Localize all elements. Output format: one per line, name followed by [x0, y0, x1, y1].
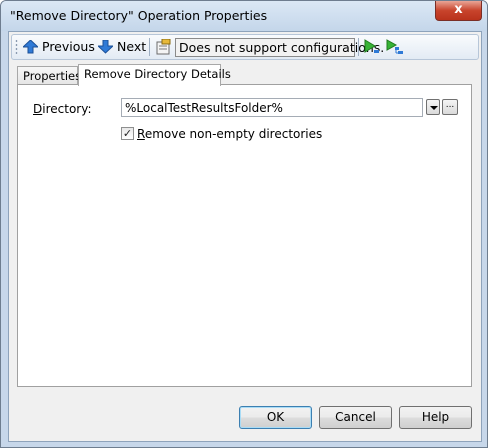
tab-remove-directory-details[interactable]: Remove Directory Details — [78, 64, 231, 86]
directory-dropdown-button[interactable] — [426, 99, 440, 115]
dialog-client: Previous Next Does not support configura… — [8, 31, 482, 442]
toolbar: Previous Next Does not support configura… — [11, 34, 479, 60]
arrow-down-icon — [98, 40, 113, 54]
configurations-status: Does not support configurations. — [175, 38, 384, 57]
directory-field[interactable] — [121, 98, 423, 117]
run-tree-icon — [386, 39, 403, 54]
checkmark-icon: ✓ — [122, 127, 133, 140]
properties-button[interactable] — [154, 37, 172, 57]
run-operation-button[interactable] — [363, 37, 381, 57]
details-panel: Directory: ... ✓ Remove non-empty direct… — [17, 84, 472, 387]
close-button[interactable]: x — [435, 1, 482, 21]
properties-icon — [156, 39, 171, 55]
directory-label: Directory: — [33, 102, 92, 116]
window-title: "Remove Directory" Operation Properties — [10, 8, 268, 23]
ok-button[interactable]: OK — [239, 406, 312, 429]
browse-button[interactable]: ... — [442, 99, 458, 115]
toolbar-separator — [358, 38, 359, 56]
previous-label: Previous — [42, 39, 95, 54]
help-button[interactable]: Help — [399, 406, 472, 429]
toolbar-separator — [149, 38, 150, 56]
toolbar-grip[interactable] — [15, 39, 18, 55]
dialog-window: "Remove Directory" Operation Properties … — [0, 0, 488, 448]
tab-label: Remove Directory Details — [84, 67, 231, 81]
close-icon: x — [454, 2, 463, 17]
run-operation-icon — [364, 39, 379, 53]
cancel-button[interactable]: Cancel — [319, 406, 392, 429]
tab-label: Properties — [23, 69, 82, 83]
remove-nonempty-label: Remove non-empty directories — [137, 127, 323, 141]
remove-nonempty-checkbox[interactable]: ✓ — [121, 127, 134, 140]
next-label: Next — [117, 39, 147, 54]
tab-properties[interactable]: Properties — [17, 66, 82, 84]
run-tree-button[interactable] — [385, 37, 405, 57]
title-bar[interactable]: "Remove Directory" Operation Properties … — [1, 1, 487, 31]
arrow-up-icon — [23, 40, 38, 54]
